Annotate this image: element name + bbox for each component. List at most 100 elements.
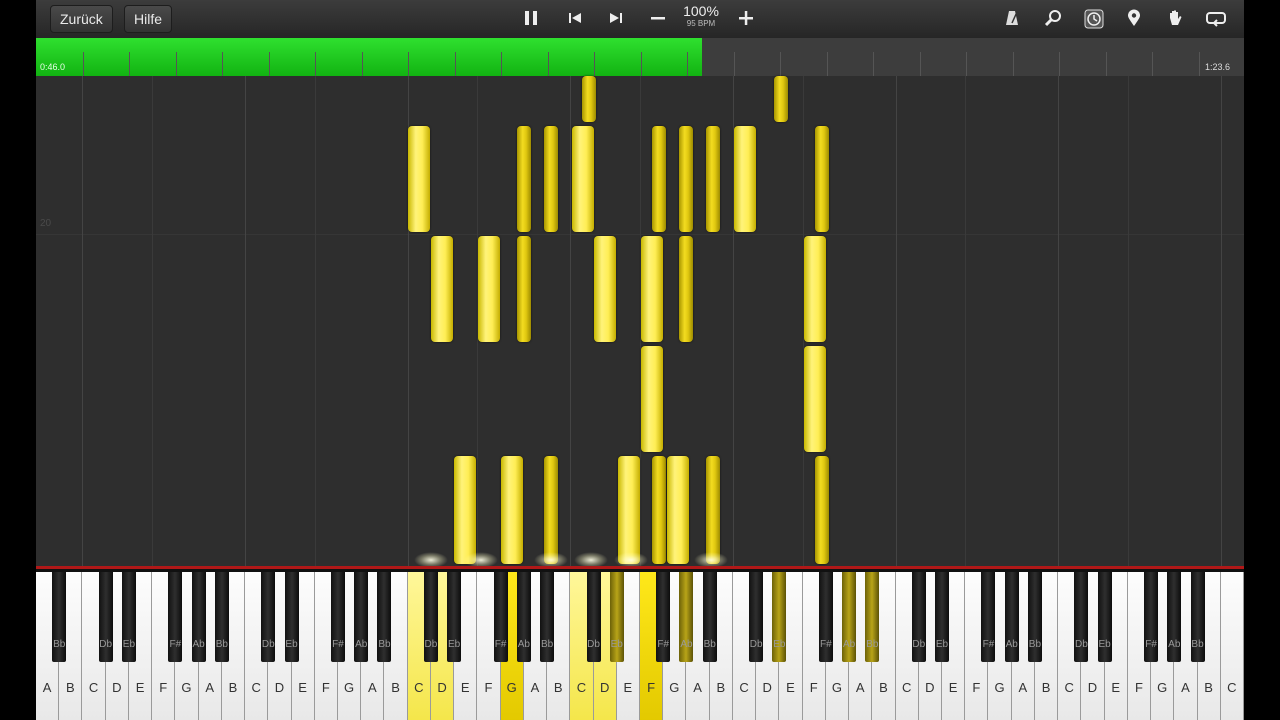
black-key[interactable]: Eb [935, 572, 949, 662]
white-key-label: D [437, 680, 447, 695]
white-key-label: B [879, 680, 888, 695]
tempo-decrease-button[interactable] [643, 5, 673, 31]
white-key-label: B [1204, 680, 1213, 695]
black-key[interactable]: Ab [354, 572, 369, 662]
tempo-increase-button[interactable] [731, 5, 761, 31]
black-key[interactable]: Db [586, 572, 601, 662]
black-key[interactable]: Ab [1167, 572, 1182, 662]
black-key[interactable]: Eb [772, 572, 787, 662]
white-key-label: A [530, 680, 540, 695]
black-key[interactable]: F# [168, 572, 183, 662]
wait-mode-button[interactable] [1079, 5, 1109, 31]
skip-forward-button[interactable] [601, 5, 631, 31]
white-key-label: B [228, 680, 238, 695]
falling-note [815, 456, 829, 564]
black-key[interactable]: Eb [1097, 572, 1112, 662]
black-key[interactable]: Db [98, 572, 113, 662]
black-key-label: Bb [540, 639, 554, 650]
white-key[interactable]: C [1220, 572, 1244, 720]
white-key-label: G [669, 680, 680, 695]
white-key-label: D [762, 680, 772, 695]
skip-back-icon [569, 13, 581, 23]
black-key-label: Bb [1191, 639, 1204, 650]
black-key[interactable]: Bb [702, 572, 717, 662]
black-key-label: Db [749, 639, 763, 650]
white-key-label: C [414, 680, 424, 695]
black-key-label: F# [1145, 639, 1157, 650]
black-key[interactable]: Db [423, 572, 438, 662]
black-key[interactable]: Ab [842, 572, 857, 662]
black-key[interactable]: F# [1144, 572, 1159, 662]
plus-icon [739, 11, 753, 25]
black-key[interactable]: Bb [865, 572, 880, 662]
progress-tick [1152, 52, 1153, 76]
black-key[interactable]: Bb [1027, 572, 1042, 662]
black-key[interactable]: Eb [609, 572, 624, 662]
roll-gridline [82, 76, 83, 566]
white-key-label: E [460, 680, 470, 695]
falling-note [774, 76, 788, 122]
black-key[interactable]: Db [749, 572, 764, 662]
black-key[interactable]: F# [493, 572, 508, 662]
black-key-label: Eb [1098, 639, 1111, 650]
piano-keyboard[interactable]: ABCDEFGABCDEFGABCDEFGABCDEFGABCDEFGABCDE… [36, 566, 1244, 720]
black-key-label: Eb [285, 639, 298, 650]
black-key[interactable]: Ab [1004, 572, 1019, 662]
black-key[interactable]: Bb [52, 572, 67, 662]
black-key-label: Eb [773, 639, 786, 650]
hand-button[interactable] [1160, 5, 1190, 31]
falling-notes-area: 20 [36, 76, 1244, 568]
black-key-label: Bb [703, 639, 716, 650]
white-key-label: A [205, 680, 215, 695]
black-key[interactable]: F# [656, 572, 671, 662]
white-key-label: E [948, 680, 958, 695]
loop-button[interactable] [1201, 5, 1231, 31]
progress-tick [641, 52, 642, 76]
roll-gridline [896, 76, 897, 566]
black-key[interactable]: Bb [377, 572, 392, 662]
progress-tick [1059, 52, 1060, 76]
black-key[interactable]: F# [331, 572, 345, 662]
black-key-label: Eb [122, 639, 136, 650]
white-key-label: G [506, 680, 517, 695]
black-key[interactable]: Db [1074, 572, 1089, 662]
white-key-label: A [693, 680, 702, 695]
pause-button[interactable] [516, 5, 546, 31]
location-button[interactable] [1119, 5, 1149, 31]
progress-tick [1106, 52, 1107, 76]
black-key[interactable]: Bb [214, 572, 229, 662]
black-key[interactable]: F# [981, 572, 996, 662]
white-key-label: A [1181, 680, 1190, 695]
progress-tick [315, 52, 316, 76]
black-key[interactable]: Ab [191, 572, 206, 662]
black-key-label: Ab [680, 639, 693, 650]
black-key-label: Ab [1168, 639, 1181, 650]
progress-tick [408, 52, 409, 76]
black-key[interactable]: Eb [284, 572, 299, 662]
metronome-button[interactable] [997, 5, 1027, 31]
black-key[interactable]: Ab [679, 572, 694, 662]
roll-gridline [315, 76, 316, 566]
skip-back-button[interactable] [560, 5, 590, 31]
black-key-label: F# [820, 639, 832, 650]
black-key[interactable]: F# [818, 572, 833, 662]
search-button[interactable] [1038, 5, 1068, 31]
black-key-label: F# [657, 639, 670, 650]
progress-bar[interactable]: 0:46.0 1:23.6 [36, 38, 1244, 76]
help-button[interactable]: Hilfe [124, 5, 173, 33]
back-button[interactable]: Zurück [50, 5, 113, 33]
black-key[interactable]: Eb [447, 572, 462, 662]
white-key-label: A [367, 680, 377, 695]
black-key[interactable]: Bb [1190, 572, 1205, 662]
white-key-label: F [159, 680, 168, 695]
hand-icon [1170, 10, 1182, 25]
black-key[interactable]: Bb [540, 572, 555, 662]
black-key[interactable]: Db [261, 572, 276, 662]
black-key-label: F# [982, 639, 995, 650]
black-key[interactable]: Eb [121, 572, 136, 662]
black-key[interactable]: Ab [516, 572, 531, 662]
white-key-label: E [298, 680, 307, 695]
black-key[interactable]: Db [911, 572, 926, 662]
falling-note [679, 126, 693, 232]
tempo-bpm: 95 BPM [686, 19, 716, 28]
